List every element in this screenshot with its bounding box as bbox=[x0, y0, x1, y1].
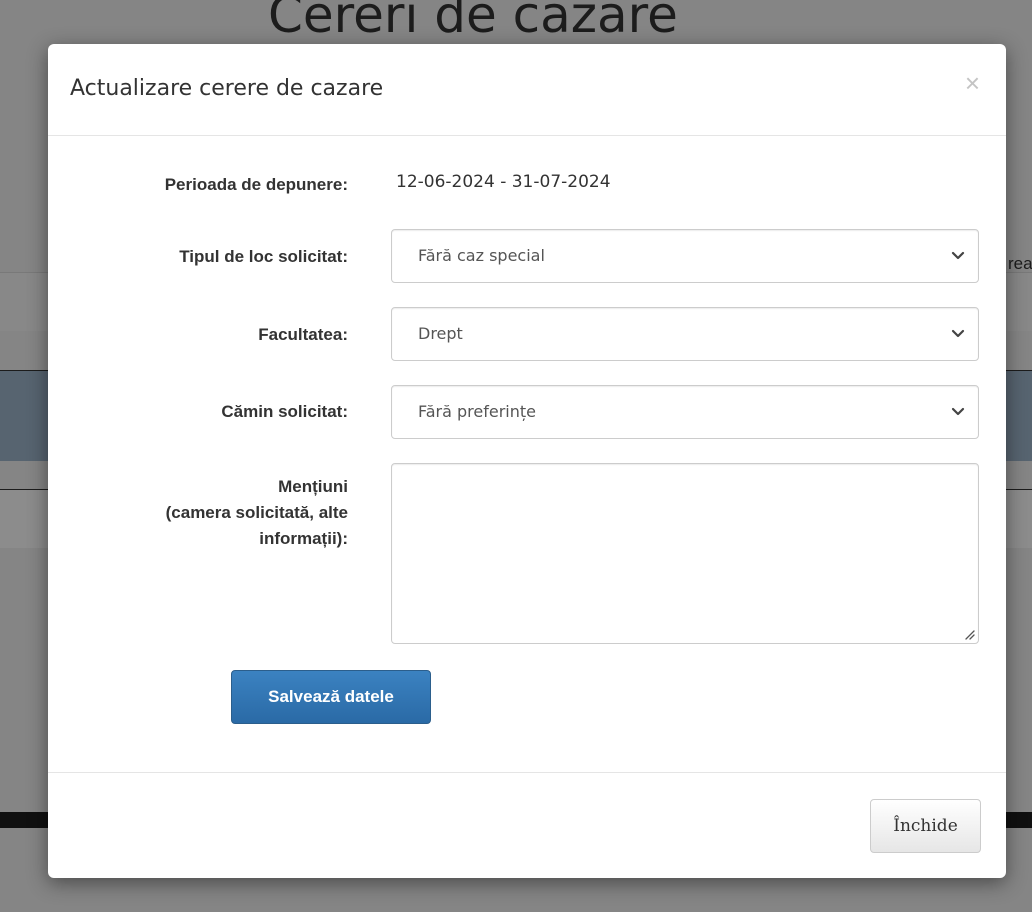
place-type-select[interactable]: Fără caz special bbox=[391, 229, 979, 283]
close-button[interactable]: Închide bbox=[870, 799, 981, 853]
faculty-selected-value: Drept bbox=[418, 324, 463, 343]
modal-header: Actualizare cerere de cazare × bbox=[48, 44, 1006, 136]
dorm-selected-value: Fără preferințe bbox=[418, 402, 536, 421]
mentions-label-line1: Mențiuni bbox=[278, 477, 348, 496]
resize-handle-icon[interactable] bbox=[963, 628, 975, 640]
modal-footer: Închide bbox=[48, 772, 1006, 878]
dorm-label: Cămin solicitat: bbox=[221, 402, 348, 421]
modal-title: Actualizare cerere de cazare bbox=[70, 76, 384, 101]
close-icon[interactable]: × bbox=[965, 70, 980, 96]
place-type-selected-value: Fără caz special bbox=[418, 246, 545, 265]
faculty-label: Facultatea: bbox=[258, 325, 348, 344]
chevron-down-icon bbox=[951, 329, 965, 338]
place-type-label: Tipul de loc solicitat: bbox=[179, 247, 348, 266]
period-value: 12-06-2024 - 31-07-2024 bbox=[396, 172, 611, 192]
mentions-textarea[interactable] bbox=[391, 463, 979, 644]
dorm-select[interactable]: Fără preferințe bbox=[391, 385, 979, 439]
chevron-down-icon bbox=[951, 407, 965, 416]
save-button[interactable]: Salvează datele bbox=[231, 670, 431, 724]
mentions-label-line3: informații): bbox=[259, 529, 348, 548]
period-label: Perioada de depunere: bbox=[164, 175, 348, 194]
update-request-modal: Actualizare cerere de cazare × Perioada … bbox=[48, 44, 1006, 878]
chevron-down-icon bbox=[951, 251, 965, 260]
faculty-select[interactable]: Drept bbox=[391, 307, 979, 361]
mentions-label-line2: (camera solicitată, alte bbox=[165, 503, 348, 522]
